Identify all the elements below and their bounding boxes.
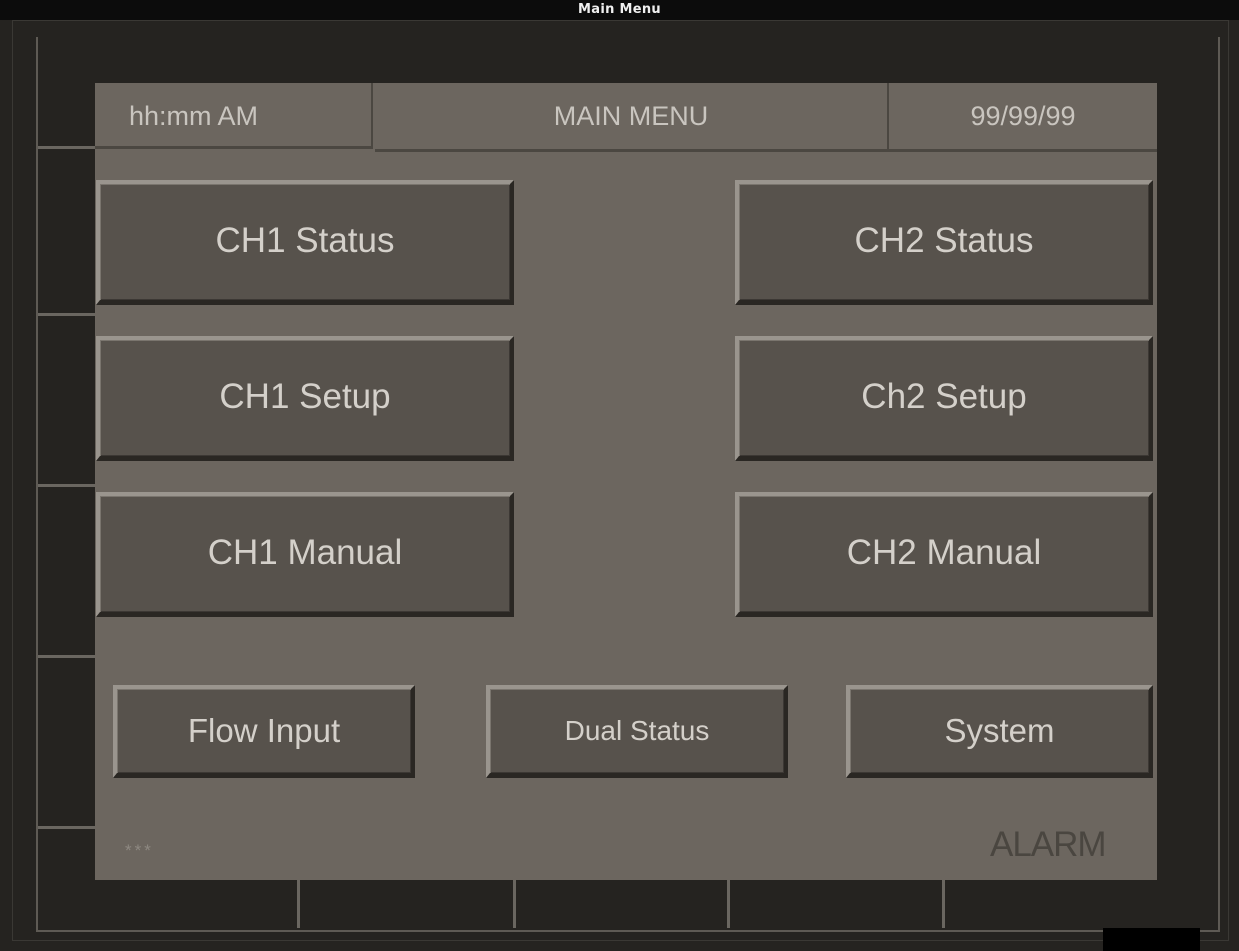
status-indicator: ***: [125, 841, 154, 860]
ch1-setup-label: CH1 Setup: [219, 377, 391, 416]
system-label: System: [944, 712, 1055, 749]
time-display: hh:mm AM: [95, 83, 373, 149]
ch2-status-label: CH2 Status: [854, 221, 1034, 260]
bottom-divider: [297, 880, 300, 928]
ch2-manual-button[interactable]: CH2 Manual: [735, 492, 1153, 617]
ch2-setup-button[interactable]: Ch2 Setup: [735, 336, 1153, 461]
window-title: Main Menu: [0, 0, 1239, 20]
ch2-setup-label: Ch2 Setup: [861, 377, 1027, 416]
corner-block: [1103, 928, 1200, 951]
date-display: 99/99/99: [889, 83, 1157, 152]
ch2-manual-label: CH2 Manual: [846, 533, 1042, 572]
ch1-setup-button[interactable]: CH1 Setup: [96, 336, 514, 461]
ch1-status-label: CH1 Status: [215, 221, 395, 260]
side-divider: [38, 313, 96, 316]
side-divider: [38, 655, 96, 658]
alarm-indicator: ALARM: [990, 825, 1107, 864]
side-divider: [38, 484, 96, 487]
flow-input-button[interactable]: Flow Input: [113, 685, 415, 778]
side-divider: [38, 826, 96, 829]
page-title: MAIN MENU: [375, 83, 889, 152]
dual-status-button[interactable]: Dual Status: [486, 685, 788, 778]
ch1-manual-button[interactable]: CH1 Manual: [96, 492, 514, 617]
system-button[interactable]: System: [846, 685, 1153, 778]
ch1-status-button[interactable]: CH1 Status: [96, 180, 514, 305]
flow-input-label: Flow Input: [187, 712, 341, 749]
dual-status-label: Dual Status: [564, 715, 710, 746]
ch2-status-button[interactable]: CH2 Status: [735, 180, 1153, 305]
ch1-manual-label: CH1 Manual: [207, 533, 403, 572]
bottom-divider: [513, 880, 516, 928]
bottom-divider: [727, 880, 730, 928]
side-divider: [38, 146, 96, 149]
bottom-divider: [942, 880, 945, 928]
